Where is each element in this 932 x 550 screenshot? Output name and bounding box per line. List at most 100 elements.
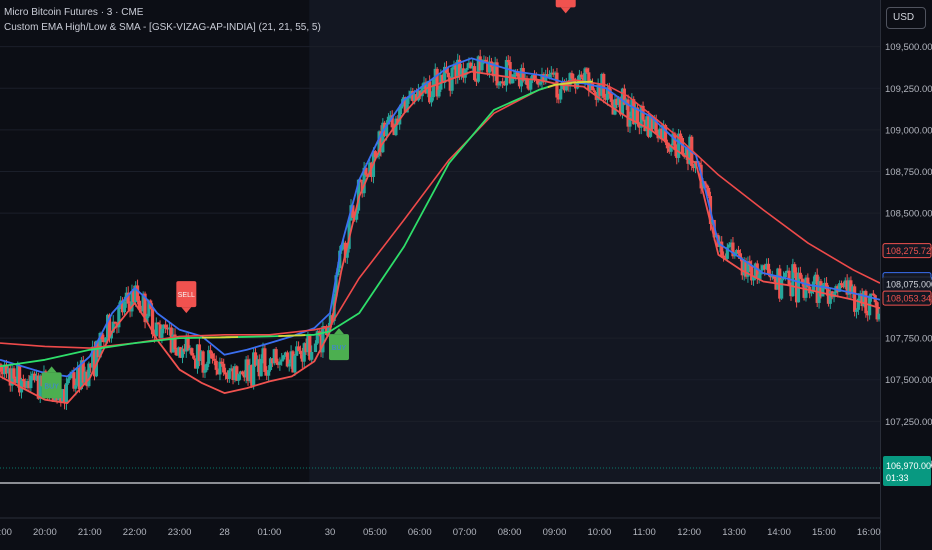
time-tick-label: 01:00 <box>257 527 281 538</box>
candle-body <box>766 263 771 274</box>
time-tick-label: 30 <box>325 527 336 538</box>
indicator-price-tag-text: 108,275.72727 <box>886 246 932 256</box>
currency-button[interactable]: USD <box>886 7 926 29</box>
candle-body <box>240 371 245 375</box>
candle-body <box>203 370 207 373</box>
time-tick-label: 15:00 <box>812 527 836 538</box>
candle-body <box>538 82 542 85</box>
candle-body <box>800 278 804 283</box>
symbol-title: Micro Bitcoin Futures · 3 · CME <box>4 7 144 18</box>
signal-text: SELL <box>178 292 195 299</box>
candle-body <box>237 374 241 381</box>
candle-body <box>160 328 164 338</box>
candle-body <box>29 375 33 389</box>
time-tick-label: 28 <box>219 527 230 538</box>
price-tick-label: 109,000.00000 <box>885 125 932 136</box>
time-tick-label: 19:00 <box>0 527 12 538</box>
candle-body <box>310 352 314 360</box>
candle-body <box>780 279 784 299</box>
candle-body <box>793 264 797 273</box>
signal-text: BUY <box>332 345 347 352</box>
candle-body <box>506 59 510 62</box>
time-tick-label: 21:00 <box>78 527 102 538</box>
time-tick-label: 23:00 <box>168 527 192 538</box>
candle-body <box>559 89 563 100</box>
candle-body <box>201 351 205 373</box>
candle-body <box>208 350 213 354</box>
candle-body <box>783 272 787 278</box>
time-tick-label: 13:00 <box>722 527 746 538</box>
price-tick-label: 108,750.00000 <box>885 167 932 178</box>
indicator-title: Custom EMA High/Low & SMA - [GSK-VIZAG-A… <box>4 22 321 33</box>
candle-body <box>480 61 484 71</box>
candle-body <box>727 244 731 248</box>
price-tick-label: 109,500.00000 <box>885 42 932 53</box>
candle-body <box>164 324 168 328</box>
time-tick-label: 09:00 <box>543 527 567 538</box>
candle-body <box>871 293 875 296</box>
time-tick-label: 08:00 <box>498 527 522 538</box>
candle-body <box>736 249 741 254</box>
candle-body <box>298 350 303 355</box>
sma-mid-flat-segment <box>278 334 306 337</box>
candle-body <box>190 348 194 356</box>
candle-body <box>227 370 231 379</box>
candle-body <box>278 361 282 365</box>
candle-body <box>135 285 140 301</box>
candle-body <box>287 363 291 367</box>
candle-body <box>267 370 271 376</box>
price-tick-label: 107,250.00000 <box>885 417 932 428</box>
candle-body <box>585 68 589 73</box>
candle-body <box>602 73 606 98</box>
signal-box <box>555 0 576 8</box>
candle-body <box>66 378 70 384</box>
time-tick-label: 16:00 <box>857 527 881 538</box>
time-tick-label: 07:00 <box>453 527 477 538</box>
price-tick-label: 107,750.00000 <box>885 334 932 345</box>
chart-canvas[interactable]: BUYSELLBUYSELL109,500.00000109,250.00000… <box>0 0 932 550</box>
candle-body <box>205 363 209 371</box>
price-tick-label: 108,500.00000 <box>885 209 932 220</box>
countdown-text: 01:33 <box>886 473 909 483</box>
candle-body <box>313 343 318 353</box>
time-tick-label: 22:00 <box>123 527 147 538</box>
candle-body <box>497 83 501 86</box>
candle-body <box>259 358 263 377</box>
candle-body <box>798 272 802 279</box>
candle-body <box>609 93 613 102</box>
time-tick-label: 06:00 <box>408 527 432 538</box>
candle-body <box>839 283 844 286</box>
candle-body <box>296 346 301 351</box>
candle-body <box>282 355 286 360</box>
candle-body <box>465 67 469 70</box>
time-tick-label: 05:00 <box>363 527 387 538</box>
candle-body <box>210 353 215 359</box>
candle-body <box>222 363 226 373</box>
candle-body <box>504 59 509 86</box>
indicator-price-tag-text: 108,075.00000 <box>886 279 932 289</box>
candle-body <box>864 291 868 314</box>
candle-body <box>12 368 16 379</box>
candle-body <box>579 74 583 78</box>
candle-body <box>570 73 574 79</box>
candle-body <box>19 379 24 393</box>
candle-body <box>532 75 537 79</box>
candle-body <box>516 72 520 77</box>
candle-body <box>156 322 160 325</box>
price-tick-label: 107,500.00000 <box>885 375 932 386</box>
candle-body <box>280 359 284 362</box>
candle-body <box>446 72 450 78</box>
candle-body <box>429 97 434 103</box>
candle-body <box>431 79 435 98</box>
bottom-strip <box>0 483 932 550</box>
candle-body <box>501 81 505 84</box>
price-tick-label: 109,250.00000 <box>885 84 932 95</box>
time-tick-label: 11:00 <box>633 527 656 538</box>
candle-body <box>223 372 228 375</box>
candle-body <box>437 89 441 97</box>
candle-body <box>192 355 196 359</box>
indicator-price-tag-text: 108,053.34151 <box>886 294 932 304</box>
current-price-text: 106,970.00000 <box>886 461 932 471</box>
candle-body <box>293 355 297 373</box>
candle-body <box>263 348 267 372</box>
